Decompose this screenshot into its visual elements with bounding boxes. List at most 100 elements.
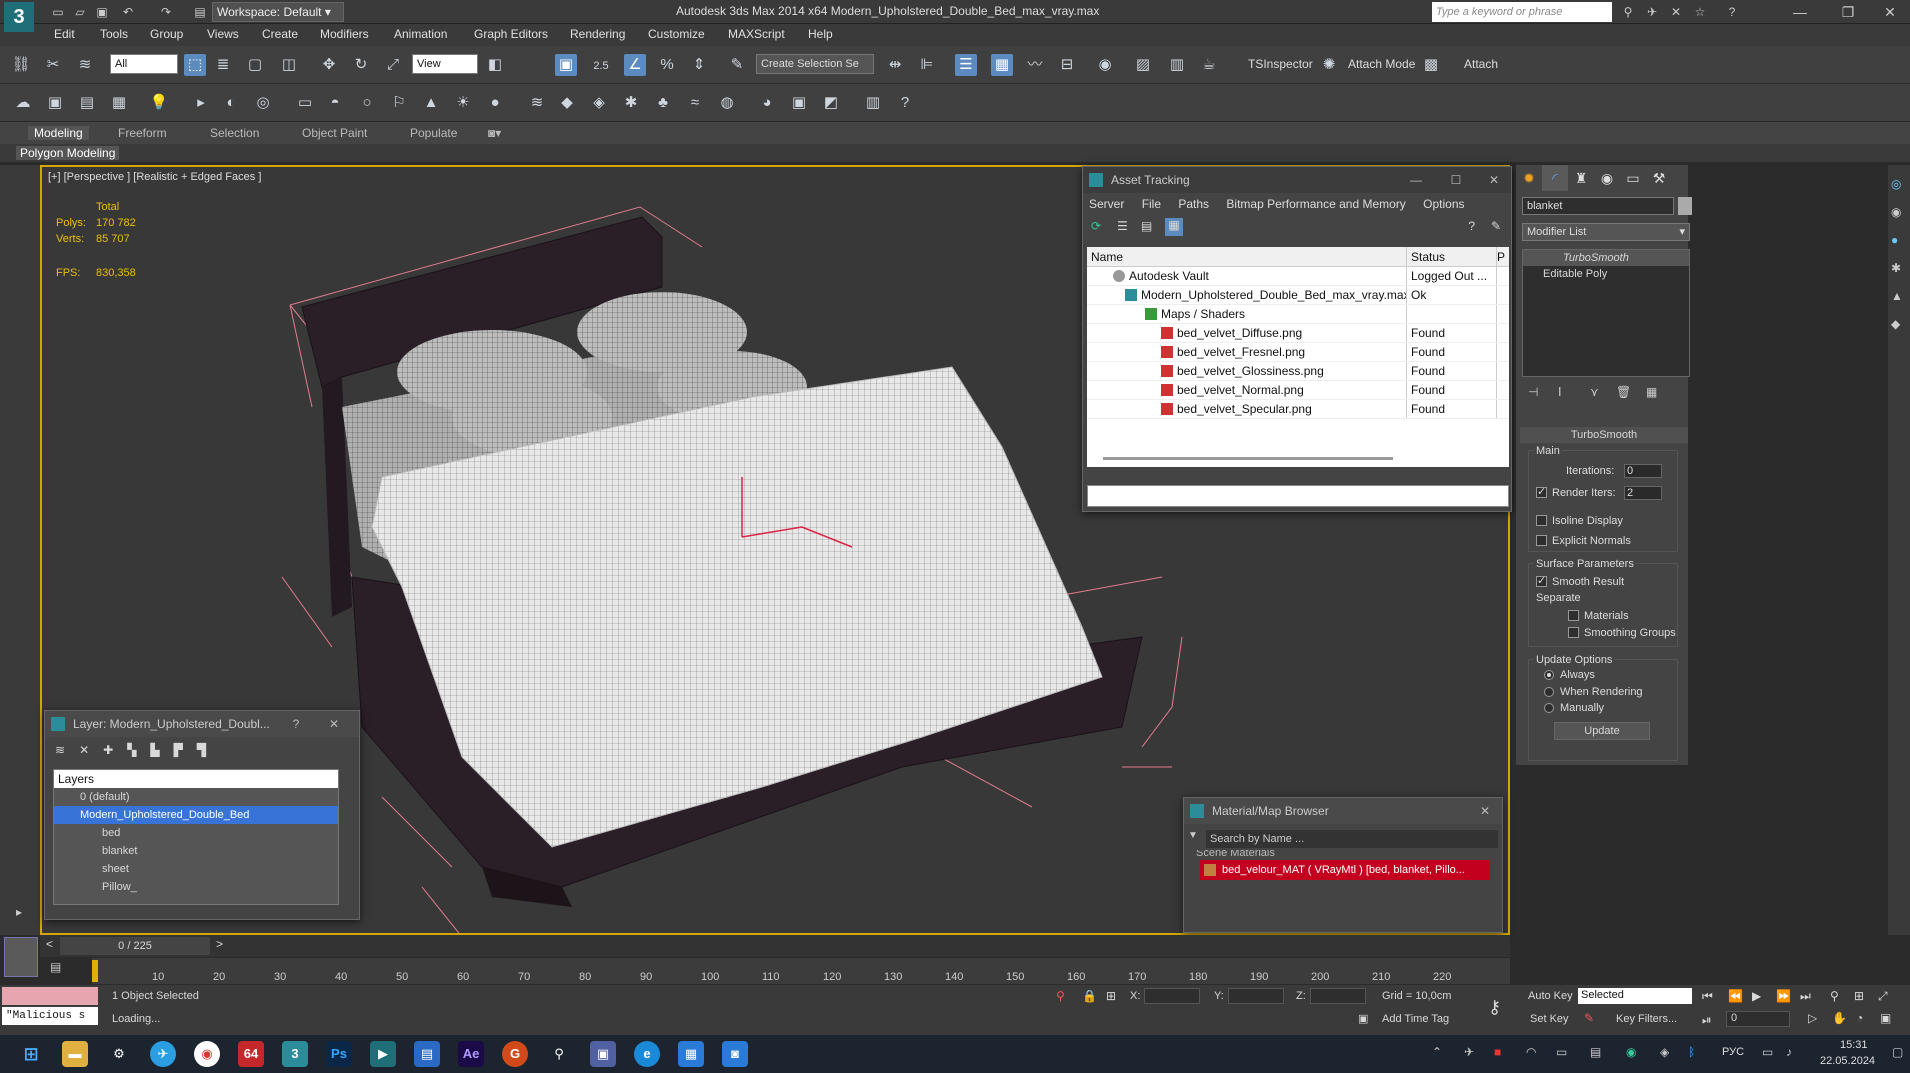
go-to-start-icon[interactable]: ⏮ (1702, 989, 1713, 1004)
at-menu-options[interactable]: Options (1423, 197, 1464, 211)
refresh-icon[interactable]: ⟳ (1091, 219, 1101, 233)
options-chevron-icon[interactable]: ▼ (1188, 830, 1202, 846)
at-menu-paths[interactable]: Paths (1178, 197, 1209, 211)
list-item[interactable]: blanket (54, 842, 338, 860)
list-view-icon[interactable]: ☰ (1117, 219, 1128, 233)
field-of-view-icon[interactable]: ▷ (1808, 1011, 1817, 1025)
dome-light-icon[interactable]: ◓ (324, 92, 346, 114)
col-extra[interactable]: P (1497, 247, 1509, 266)
render-elements-icon[interactable]: ◎ (252, 92, 274, 114)
table-row[interactable]: Modern_Upholstered_Double_Bed_max_vray.m… (1087, 286, 1509, 305)
tray-send-icon[interactable]: ✈ (1464, 1045, 1474, 1059)
material-item[interactable]: bed_velour_MAT ( VRayMtl ) [bed, blanket… (1200, 860, 1490, 880)
fur-icon[interactable]: ≋ (526, 92, 548, 114)
reference-coordinate-dropdown[interactable]: View (412, 54, 478, 74)
track-bar-icon[interactable]: ▤ (50, 960, 72, 980)
menu-customize[interactable]: Customize (648, 27, 705, 41)
orbit-icon[interactable]: ◔ (1856, 1011, 1863, 1025)
smooth-result-checkbox[interactable] (1536, 574, 1547, 587)
rendered-frame-icon[interactable]: ▥ (1166, 54, 1188, 76)
hair-icon[interactable]: ≈ (684, 92, 706, 114)
render-production-icon[interactable]: ☕ (1198, 54, 1220, 76)
z-coordinate-field[interactable] (1310, 988, 1366, 1004)
asset-tracking-titlebar[interactable]: Asset Tracking — ☐ ✕ (1083, 167, 1511, 193)
align-icon[interactable]: ⊫ (916, 54, 938, 76)
go-to-end-icon[interactable]: ⏭ (1800, 989, 1811, 1004)
attach-label[interactable]: Attach (1464, 57, 1498, 71)
menu-tools[interactable]: Tools (100, 27, 128, 41)
at-help-icon[interactable]: ? (1468, 219, 1475, 233)
tab-populate[interactable]: Populate (410, 126, 457, 140)
list-item[interactable]: Modern_Upholstered_Double_Bed (54, 806, 338, 824)
vray-light-icon[interactable]: ◉ (1891, 205, 1901, 219)
bind-spacewarp-icon[interactable]: ≋ (74, 54, 96, 76)
help-icon[interactable]: ? (1724, 4, 1740, 20)
frame-buffer-icon[interactable]: ▣ (788, 92, 810, 114)
hide-all-icon[interactable]: ▛ (174, 743, 183, 757)
ambient-light-icon[interactable]: ● (484, 92, 506, 114)
scene-materials-header[interactable]: Scene Materials (1196, 850, 1275, 858)
photo-icon[interactable]: ▣ (44, 92, 66, 114)
after-effects-icon[interactable]: Ae (458, 1041, 484, 1067)
graphite-toolset-icon[interactable]: ▦ (991, 54, 1013, 76)
file-explorer-icon[interactable]: ▬ (62, 1041, 88, 1067)
at-close-button[interactable]: ✕ (1479, 167, 1509, 193)
table-row[interactable]: bed_velvet_Specular.png Found (1087, 400, 1509, 419)
render-setup-icon[interactable]: ▨ (1132, 54, 1154, 76)
select-manipulate-icon[interactable]: ▣ (555, 54, 577, 76)
zoom-all-icon[interactable]: ⊞ (1854, 989, 1864, 1003)
move-icon[interactable]: ✥ (318, 54, 340, 76)
always-radio[interactable] (1544, 670, 1554, 680)
binoculars-icon[interactable]: ⚲ (1620, 4, 1636, 20)
schematic-view-icon[interactable]: ⊟ (1056, 54, 1078, 76)
displacement-icon[interactable]: ◈ (588, 92, 610, 114)
list-item[interactable]: sheet (54, 860, 338, 878)
utilities-tab-icon[interactable]: ⚒ (1646, 165, 1672, 191)
stack-item-editable-poly[interactable]: Editable Poly (1523, 266, 1689, 282)
tray-chat-icon[interactable]: ▤ (1590, 1045, 1601, 1059)
minimize-button[interactable]: — (1780, 2, 1820, 22)
select-by-name-icon[interactable]: ≣ (212, 54, 234, 76)
next-key-icon[interactable]: ⏩ (1776, 989, 1791, 1003)
horizontal-scrollbar[interactable] (1103, 457, 1393, 460)
material-editor-icon[interactable]: ◉ (1094, 54, 1116, 76)
update-button[interactable]: Update (1554, 722, 1650, 740)
material-browser-close-button[interactable]: ✕ (1470, 798, 1500, 824)
notepad-icon[interactable]: ▤ (414, 1041, 440, 1067)
badge-64-icon[interactable]: 64 (238, 1041, 264, 1067)
windows-start-icon[interactable]: ⊞ (18, 1041, 44, 1067)
vray-render-icon[interactable]: ◩ (820, 92, 842, 114)
3dsmax-active-icon[interactable]: ▶ (370, 1041, 396, 1067)
frame-counter[interactable]: 0 / 225 (60, 937, 210, 955)
props-icon[interactable]: ▥ (862, 92, 884, 114)
vray-tool-icon[interactable]: ◎ (1891, 177, 1901, 191)
table-row[interactable]: bed_velvet_Diffuse.png Found (1087, 324, 1509, 343)
set-key-icon[interactable]: ✎ (1584, 1011, 1594, 1025)
highlight-layer-icon[interactable]: ▙ (150, 743, 159, 757)
key-mode-dropdown[interactable]: Selected (1578, 988, 1692, 1004)
search-app-icon[interactable]: ⚲ (546, 1041, 572, 1067)
pan-icon[interactable]: ✋ (1832, 1011, 1847, 1025)
col-name[interactable]: Name (1087, 247, 1407, 266)
at-maximize-button[interactable]: ☐ (1441, 167, 1471, 193)
clock-date[interactable]: 22.05.2024 (1820, 1055, 1875, 1067)
at-settings-icon[interactable]: ✎ (1491, 219, 1501, 233)
maxscript-input[interactable]: "Malicious s (2, 1007, 98, 1025)
table-row[interactable]: bed_velvet_Glossiness.png Found (1087, 362, 1509, 381)
zoom-icon[interactable]: ⚲ (1830, 989, 1839, 1003)
render-iters-spinner[interactable]: 2 (1624, 486, 1662, 500)
edge-icon[interactable]: e (634, 1041, 660, 1067)
tray-app-icon[interactable]: ■ (1494, 1045, 1501, 1059)
teapot-icon[interactable]: ☁ (12, 92, 34, 114)
make-unique-icon[interactable]: ⋎ (1590, 385, 1599, 399)
tray-monitor-icon[interactable]: ▭ (1556, 1045, 1567, 1059)
language-indicator[interactable]: РУС (1722, 1046, 1744, 1058)
plane-light-icon[interactable]: ▭ (294, 92, 316, 114)
menu-graph-editors[interactable]: Graph Editors (474, 27, 548, 41)
list-item[interactable]: Pillow_ (54, 878, 338, 896)
lock-icon[interactable]: 🔒 (1082, 989, 1097, 1003)
notifications-icon[interactable]: ▢ (1892, 1045, 1903, 1059)
freeze-all-icon[interactable]: ▜ (197, 743, 206, 757)
prev-frame-icon[interactable]: < (46, 937, 53, 951)
project-folder-icon[interactable]: ▤ (192, 4, 208, 20)
